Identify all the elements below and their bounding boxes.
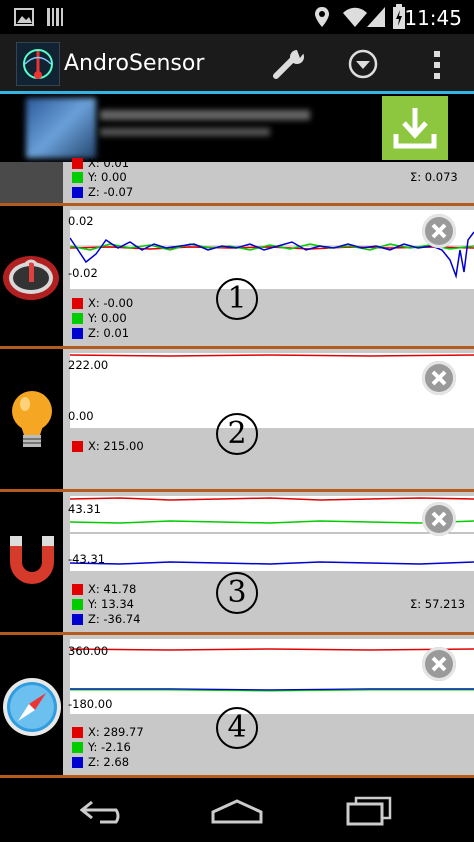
compass-icon xyxy=(3,678,61,736)
sensor-number-badge: 1 xyxy=(216,278,258,320)
legend-y: Y: 0.00 xyxy=(72,170,127,184)
sensor-number-badge: 2 xyxy=(216,413,258,455)
light-bulb-icon xyxy=(12,391,52,447)
sensor-icon-column xyxy=(0,162,63,203)
close-sensor-button[interactable] xyxy=(422,647,456,681)
y-axis-min: -180.00 xyxy=(68,697,113,711)
y-axis-max: 360.00 xyxy=(68,644,109,658)
settings-wrench-icon[interactable] xyxy=(272,48,308,80)
legend-z: Z: 2.68 xyxy=(72,755,129,769)
signal-icon xyxy=(367,7,385,27)
sensor-number-badge: 3 xyxy=(216,572,258,614)
close-icon xyxy=(431,223,447,239)
sigma-value: Σ: 0.073 xyxy=(410,170,458,184)
y-axis-min: -0.02 xyxy=(68,266,98,280)
app-title: AndroSensor xyxy=(64,51,205,76)
download-icon xyxy=(393,108,437,149)
sensor-icon-column xyxy=(0,492,63,632)
gyroscope-icon xyxy=(3,256,59,300)
legend-x: X: -0.00 xyxy=(72,296,133,310)
legend-x: X: 0.01 xyxy=(72,156,129,170)
y-axis-max: 0.02 xyxy=(68,214,94,228)
magnet-icon xyxy=(10,536,54,584)
close-sensor-button[interactable] xyxy=(422,361,456,395)
sensor-row-light: 222.00 0.00 2 X: 215.00 xyxy=(0,349,474,489)
close-sensor-button[interactable] xyxy=(422,502,456,536)
sigma-value: Σ: 57.213 xyxy=(410,597,466,611)
sensor-graph xyxy=(70,210,474,289)
sensor-icon-column xyxy=(0,206,63,346)
y-axis-min: 0.00 xyxy=(68,409,94,423)
close-icon xyxy=(431,656,447,672)
sensor-row-gyroscope: 0.02 -0.02 1 X: -0.00 Y: 0.00 Z: 0.01 xyxy=(0,206,474,346)
overflow-menu-icon[interactable] xyxy=(432,50,442,80)
close-icon xyxy=(431,511,447,527)
legend-z: Z: 0.01 xyxy=(72,326,129,340)
image-notification-icon xyxy=(14,8,34,26)
action-bar: AndroSensor xyxy=(0,34,474,94)
ad-text-blur xyxy=(100,128,270,136)
app-logo-icon[interactable] xyxy=(16,42,60,86)
y-axis-max: 222.00 xyxy=(68,358,109,372)
close-sensor-button[interactable] xyxy=(422,214,456,248)
ad-text-blur xyxy=(100,110,310,120)
legend-z: Z: -0.07 xyxy=(72,185,133,199)
legend-y: Y: -2.16 xyxy=(72,740,131,754)
sensor-row-partial: X: 0.01 Y: 0.00 Z: -0.07 Σ: 0.073 xyxy=(0,156,474,203)
download-button[interactable] xyxy=(382,96,448,160)
sensor-number-badge: 4 xyxy=(216,707,258,749)
legend-y: Y: 0.00 xyxy=(72,311,127,325)
navigation-bar xyxy=(0,778,474,842)
barcode-notification-icon xyxy=(47,8,63,26)
status-bar: 11:45 xyxy=(0,0,474,34)
sensor-graph xyxy=(70,353,474,428)
sensor-graph xyxy=(70,496,474,571)
sensor-row-magnetic: 43.31 -43.31 3 X: 41.78 Y: 13.34 Z: -36.… xyxy=(0,492,474,632)
sensor-icon-column xyxy=(0,635,63,775)
ad-image xyxy=(26,98,96,158)
sensor-icon-column xyxy=(0,349,63,489)
dropdown-circle-icon[interactable] xyxy=(348,49,378,79)
recent-apps-button[interactable] xyxy=(344,796,394,826)
ad-banner[interactable] xyxy=(0,94,474,162)
location-icon xyxy=(315,7,329,27)
status-time: 11:45 xyxy=(404,6,462,30)
legend-z: Z: -36.74 xyxy=(72,612,140,626)
legend-y: Y: 13.34 xyxy=(72,597,134,611)
sensor-graph xyxy=(70,639,474,714)
y-axis-min: -43.31 xyxy=(68,552,106,566)
close-icon xyxy=(431,370,447,386)
y-axis-max: 43.31 xyxy=(68,502,101,516)
home-button[interactable] xyxy=(210,798,264,826)
sensor-row-orientation: 360.00 -180.00 4 X: 289.77 Y: -2.16 Z: 2… xyxy=(0,635,474,775)
back-button[interactable] xyxy=(80,798,130,824)
wifi-icon xyxy=(343,7,367,27)
legend-x: X: 289.77 xyxy=(72,725,144,739)
legend-x: X: 41.78 xyxy=(72,582,136,596)
legend-x: X: 215.00 xyxy=(72,439,144,453)
